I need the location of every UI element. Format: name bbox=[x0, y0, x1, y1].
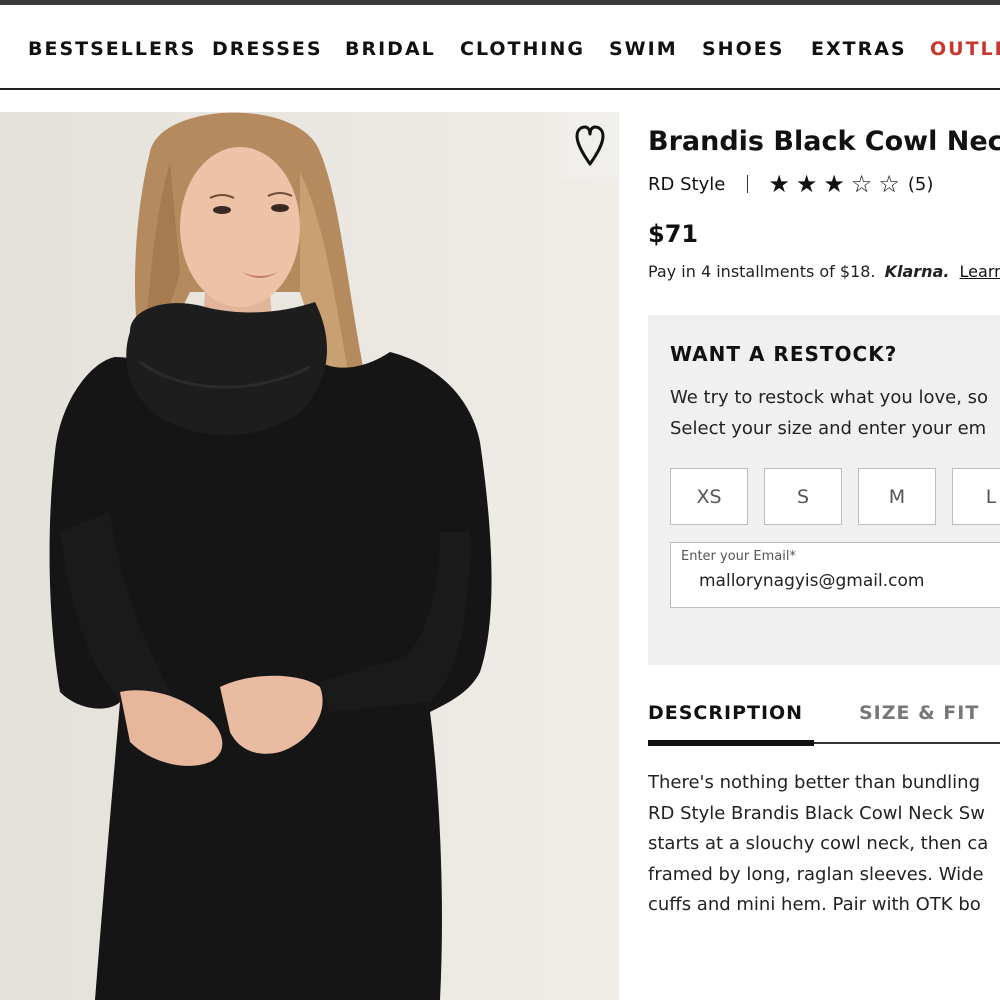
nav-shoes[interactable]: SHOES bbox=[702, 38, 784, 60]
description-line: There's nothing better than bundling bbox=[648, 772, 980, 793]
size-option-s[interactable]: S bbox=[764, 468, 842, 525]
nav-bridal[interactable]: BRIDAL bbox=[345, 38, 436, 60]
email-label: Enter your Email* bbox=[681, 549, 796, 564]
divider bbox=[747, 175, 749, 193]
product-title: Brandis Black Cowl Neck bbox=[648, 126, 1000, 157]
tab-size-fit[interactable]: SIZE & FIT bbox=[859, 702, 979, 724]
wishlist-button[interactable] bbox=[561, 112, 619, 178]
brand-name[interactable]: RD Style bbox=[648, 174, 725, 195]
nav-dresses[interactable]: DRESSES bbox=[212, 38, 323, 60]
product-description: There's nothing better than bundling RD … bbox=[648, 768, 1000, 921]
tab-description[interactable]: DESCRIPTION bbox=[648, 702, 803, 724]
klarna-logo: Klarna. bbox=[884, 262, 950, 281]
product-image[interactable] bbox=[0, 112, 619, 1000]
brand-rating-row: RD Style ★★★☆☆ (5) bbox=[648, 170, 934, 198]
nav-clothing[interactable]: CLOTHING bbox=[460, 38, 585, 60]
email-input[interactable] bbox=[699, 571, 999, 591]
description-line: cuffs and mini hem. Pair with OTK bo bbox=[648, 894, 981, 915]
size-selector: XS S M L bbox=[670, 468, 1000, 525]
size-option-l[interactable]: L bbox=[952, 468, 1000, 525]
size-option-m[interactable]: M bbox=[858, 468, 936, 525]
nav-outlet[interactable]: OUTLE bbox=[930, 38, 1000, 60]
product-tabs: DESCRIPTION SIZE & FIT bbox=[648, 702, 1000, 750]
klarna-learn-link[interactable]: Learn bbox=[960, 262, 1000, 281]
review-count[interactable]: (5) bbox=[908, 174, 934, 195]
description-line: framed by long, raglan sleeves. Wide bbox=[648, 863, 984, 885]
restock-text-line: Select your size and enter your em bbox=[670, 418, 987, 439]
active-tab-indicator bbox=[648, 740, 814, 746]
restock-panel: WANT A RESTOCK? We try to restock what y… bbox=[648, 315, 1000, 665]
restock-text-line: We try to restock what you love, so bbox=[670, 387, 989, 408]
email-field[interactable]: Enter your Email* bbox=[670, 542, 1000, 608]
description-line: starts at a slouchy cowl neck, then ca bbox=[648, 833, 989, 854]
klarna-text: Pay in 4 installments of $18. bbox=[648, 262, 876, 281]
nav-extras[interactable]: EXTRAS bbox=[811, 38, 907, 60]
klarna-installments: Pay in 4 installments of $18. Klarna. Le… bbox=[648, 262, 1000, 281]
product-price: $71 bbox=[648, 220, 699, 248]
model-illustration bbox=[0, 112, 619, 1000]
nav-bestsellers[interactable]: BESTSELLERS bbox=[28, 38, 196, 60]
product-details: Brandis Black Cowl Neck RD Style ★★★☆☆ (… bbox=[648, 112, 1000, 1000]
description-line: RD Style Brandis Black Cowl Neck Sw bbox=[648, 802, 985, 824]
heart-outline-icon bbox=[575, 125, 605, 166]
restock-title: WANT A RESTOCK? bbox=[670, 342, 898, 366]
nav-swim[interactable]: SWIM bbox=[609, 38, 678, 60]
star-rating[interactable]: ★★★☆☆ bbox=[768, 170, 906, 198]
main-navigation: BESTSELLERS DRESSES BRIDAL CLOTHING SWIM… bbox=[0, 5, 1000, 90]
size-option-xs[interactable]: XS bbox=[670, 468, 748, 525]
